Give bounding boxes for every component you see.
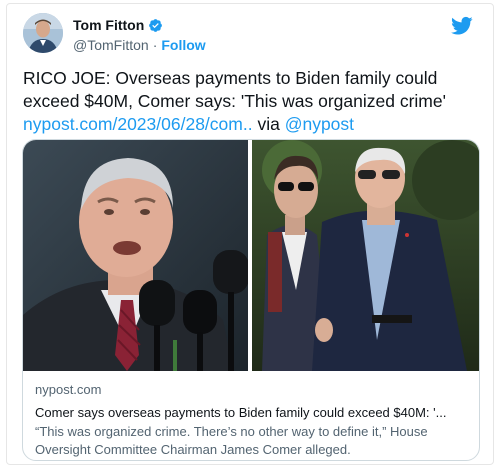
author-name-row: Tom Fitton [73, 17, 163, 33]
link-preview-meta: nypost.com Comer says overseas payments … [35, 381, 471, 459]
preview-image-right [252, 140, 479, 371]
tweet-text: RICO JOE: Overseas payments to Biden fam… [23, 68, 446, 111]
separator-dot: · [152, 37, 158, 53]
mention-link[interactable]: @nypost [285, 114, 354, 134]
tweet-link[interactable]: nypost.com/2023/06/28/com.. [23, 114, 253, 134]
author-handle-row: @TomFitton · Follow [73, 37, 206, 53]
author-handle[interactable]: @TomFitton [73, 37, 149, 53]
twitter-bird-icon[interactable] [451, 16, 473, 36]
tweet-text-block: RICO JOE: Overseas payments to Biden fam… [23, 67, 483, 136]
link-preview-card[interactable]: nypost.com Comer says overseas payments … [22, 139, 480, 461]
link-title[interactable]: Comer says overseas payments to Biden fa… [35, 403, 471, 422]
author-name[interactable]: Tom Fitton [73, 17, 144, 33]
link-description: “This was organized crime. There’s no ot… [35, 424, 428, 457]
avatar[interactable] [23, 13, 63, 53]
tweet-embed: Tom Fitton @TomFitton · Follow RICO JOE:… [6, 3, 494, 465]
verified-badge-icon [148, 18, 163, 33]
via-text: via [257, 114, 280, 134]
avatar-photo [23, 13, 63, 53]
follow-button[interactable]: Follow [161, 37, 205, 53]
link-domain: nypost.com [35, 382, 102, 397]
preview-image-left [23, 140, 248, 371]
